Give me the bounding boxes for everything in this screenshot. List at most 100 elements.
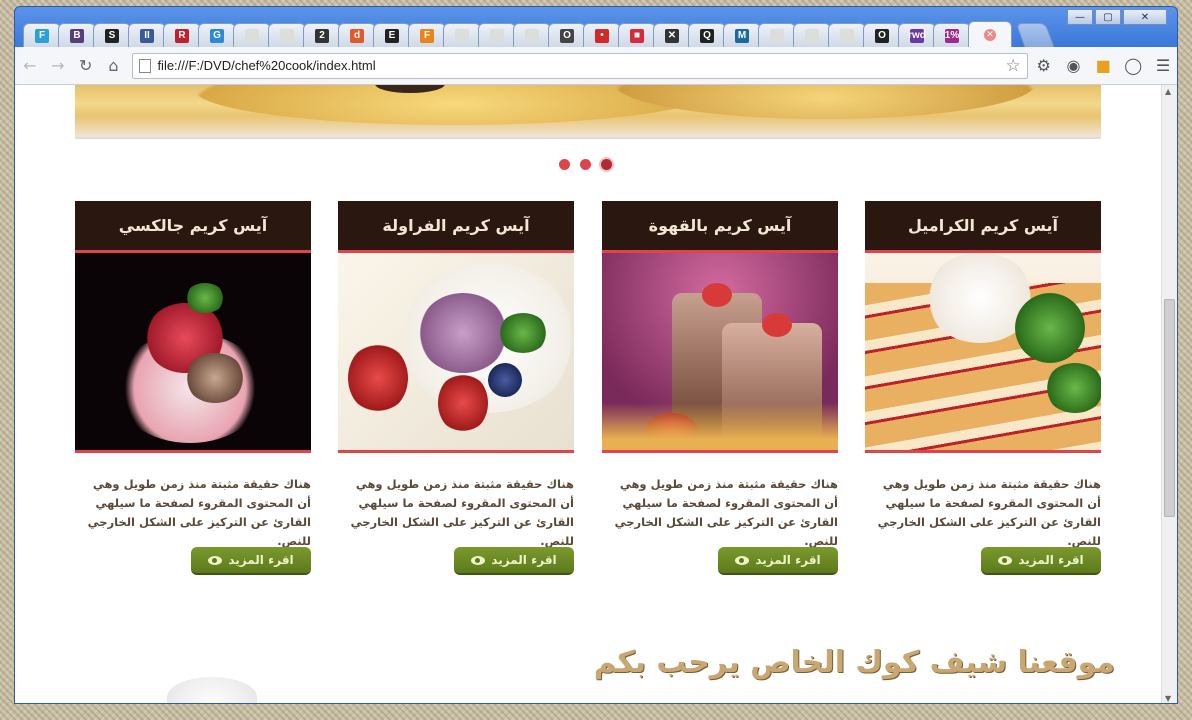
browser-tab[interactable] — [268, 23, 306, 47]
read-more-button[interactable]: اقرء المزيد — [718, 547, 838, 575]
forward-icon[interactable]: → — [45, 53, 71, 79]
read-more-label: اقرء المزيد — [491, 553, 557, 567]
browser-tab[interactable]: II — [128, 23, 166, 47]
product-card: آيس كريم الكراميل هناك حقيقة مثبتة منذ ز… — [865, 201, 1101, 575]
tab-favicon-icon: O — [875, 28, 889, 43]
browser-tab[interactable]: F — [23, 23, 61, 47]
address-bar[interactable]: file:///F:/DVD/chef%20cook/index.html ☆ — [132, 52, 1028, 79]
tab-favicon-icon: 2 — [315, 28, 329, 43]
home-icon[interactable]: ⌂ — [101, 53, 127, 79]
card-title: آيس كريم الفراولة — [382, 216, 530, 235]
browser-tab[interactable]: R — [163, 23, 201, 47]
tab-favicon-icon — [490, 28, 504, 43]
chef-hat-image — [167, 677, 257, 703]
scroll-down-icon[interactable]: ▼ — [1165, 694, 1171, 703]
menu-icon[interactable]: ☰ — [1149, 52, 1177, 80]
card-image[interactable] — [338, 253, 574, 453]
welcome-heading: موقعنا شيف كوك الخاص يرحب بكم — [593, 645, 1115, 680]
extension-ring-icon[interactable]: ◯ — [1119, 52, 1147, 80]
cards-row: آيس كريم جالكسي هناك حقيقة مثبتة منذ زمن… — [75, 201, 1101, 581]
tab-favicon-icon — [805, 28, 819, 43]
browser-tab[interactable] — [233, 23, 271, 47]
browser-tab[interactable] — [828, 23, 866, 47]
browser-tab[interactable] — [793, 23, 831, 47]
read-more-button[interactable]: اقرء المزيد — [191, 547, 311, 575]
extension-box-icon[interactable]: ■ — [1089, 52, 1117, 80]
tab-favicon-icon — [280, 28, 294, 43]
browser-tab[interactable] — [443, 23, 481, 47]
tab-favicon-icon: ■ — [630, 28, 644, 43]
card-title: آيس كريم بالقهوة — [648, 216, 792, 235]
card-header: آيس كريم الفراولة — [338, 201, 574, 253]
tab-favicon-icon: rwd — [908, 28, 926, 43]
browser-tab[interactable]: 2 — [303, 23, 341, 47]
browser-tab[interactable]: Q — [688, 23, 726, 47]
close-button[interactable]: ✕ — [1123, 9, 1167, 25]
product-card: آيس كريم الفراولة هناك حقيقة مثبتة منذ ز… — [338, 201, 574, 575]
maximize-button[interactable]: ▢ — [1095, 9, 1121, 25]
card-description: هناك حقيقة مثبتة منذ زمن طويل وهي أن الم… — [87, 477, 311, 548]
eye-icon — [208, 555, 223, 565]
browser-tab[interactable]: G — [198, 23, 236, 47]
card-header: آيس كريم جالكسي — [75, 201, 311, 253]
settings-gear-icon[interactable]: ⚙ — [1030, 52, 1058, 80]
active-tab[interactable]: ✕ — [968, 21, 1012, 47]
vertical-scrollbar[interactable]: ▲ ▼ — [1161, 85, 1177, 703]
browser-tab[interactable]: ■ — [618, 23, 656, 47]
tab-favicon-icon: Q — [700, 28, 714, 43]
read-more-button[interactable]: اقرء المزيد — [981, 547, 1101, 575]
back-icon[interactable]: ← — [17, 53, 43, 79]
tab-strip: — ▢ ✕ F B S II R G 2 d E F O • ■ ✕ Q M Orwd 1% ✕ — [15, 7, 1177, 47]
read-more-label: اقرء المزيد — [755, 553, 821, 567]
scroll-up-icon[interactable]: ▲ — [1165, 87, 1171, 96]
bookmark-star-icon[interactable]: ☆ — [1005, 56, 1020, 76]
tab-favicon-icon — [455, 28, 469, 43]
minimize-button[interactable]: — — [1067, 9, 1093, 25]
tab-favicon-icon: F — [420, 28, 434, 43]
card-image[interactable] — [865, 253, 1101, 453]
browser-tab[interactable]: S — [93, 23, 131, 47]
hero-slider-image — [75, 85, 1101, 139]
tab-favicon-icon: F — [35, 28, 49, 43]
read-more-button[interactable]: اقرء المزيد — [454, 547, 574, 575]
browser-tab[interactable]: O — [863, 23, 901, 47]
card-title: آيس كريم الكراميل — [907, 216, 1058, 235]
eye-icon — [471, 555, 486, 565]
browser-tab[interactable]: O — [548, 23, 586, 47]
card-header: آيس كريم بالقهوة — [602, 201, 838, 253]
browser-tab[interactable]: ✕ — [653, 23, 691, 47]
browser-tab[interactable] — [478, 23, 516, 47]
read-more-label: اقرء المزيد — [228, 553, 294, 567]
browser-tab[interactable]: E — [373, 23, 411, 47]
slider-dot[interactable] — [559, 159, 570, 170]
browser-tab[interactable]: • — [583, 23, 621, 47]
new-tab-button[interactable] — [1015, 23, 1055, 47]
browser-tab[interactable]: d — [338, 23, 376, 47]
tab-favicon-icon: II — [140, 28, 154, 43]
tab-favicon-icon: 1% — [944, 28, 960, 43]
tab-favicon-icon: G — [210, 28, 224, 43]
browser-tab[interactable]: 1% — [933, 23, 971, 47]
browser-tab[interactable] — [513, 23, 551, 47]
tab-favicon-icon: R — [175, 28, 189, 43]
browser-tab[interactable]: B — [58, 23, 96, 47]
tab-favicon-icon: O — [560, 28, 574, 43]
reload-icon[interactable]: ↻ — [73, 53, 99, 79]
browser-tab[interactable]: F — [408, 23, 446, 47]
card-image[interactable] — [602, 253, 838, 453]
tab-close-icon[interactable]: ✕ — [984, 28, 996, 41]
card-header: آيس كريم الكراميل — [865, 201, 1101, 253]
slider-dot[interactable] — [580, 159, 591, 170]
tab-favicon-icon: • — [595, 28, 609, 43]
tab-favicon-icon: S — [105, 28, 119, 43]
tab-favicon-icon: ✕ — [665, 28, 679, 43]
tab-favicon-icon: M — [735, 28, 749, 43]
browser-tab[interactable] — [758, 23, 796, 47]
url-text[interactable]: file:///F:/DVD/chef%20cook/index.html — [157, 58, 375, 73]
card-image[interactable] — [75, 253, 311, 453]
browser-tab[interactable]: rwd — [898, 23, 936, 47]
slider-dot[interactable] — [601, 159, 612, 170]
extension-circle-icon[interactable]: ◉ — [1060, 52, 1088, 80]
browser-tab[interactable]: M — [723, 23, 761, 47]
scrollbar-thumb[interactable] — [1164, 299, 1175, 517]
